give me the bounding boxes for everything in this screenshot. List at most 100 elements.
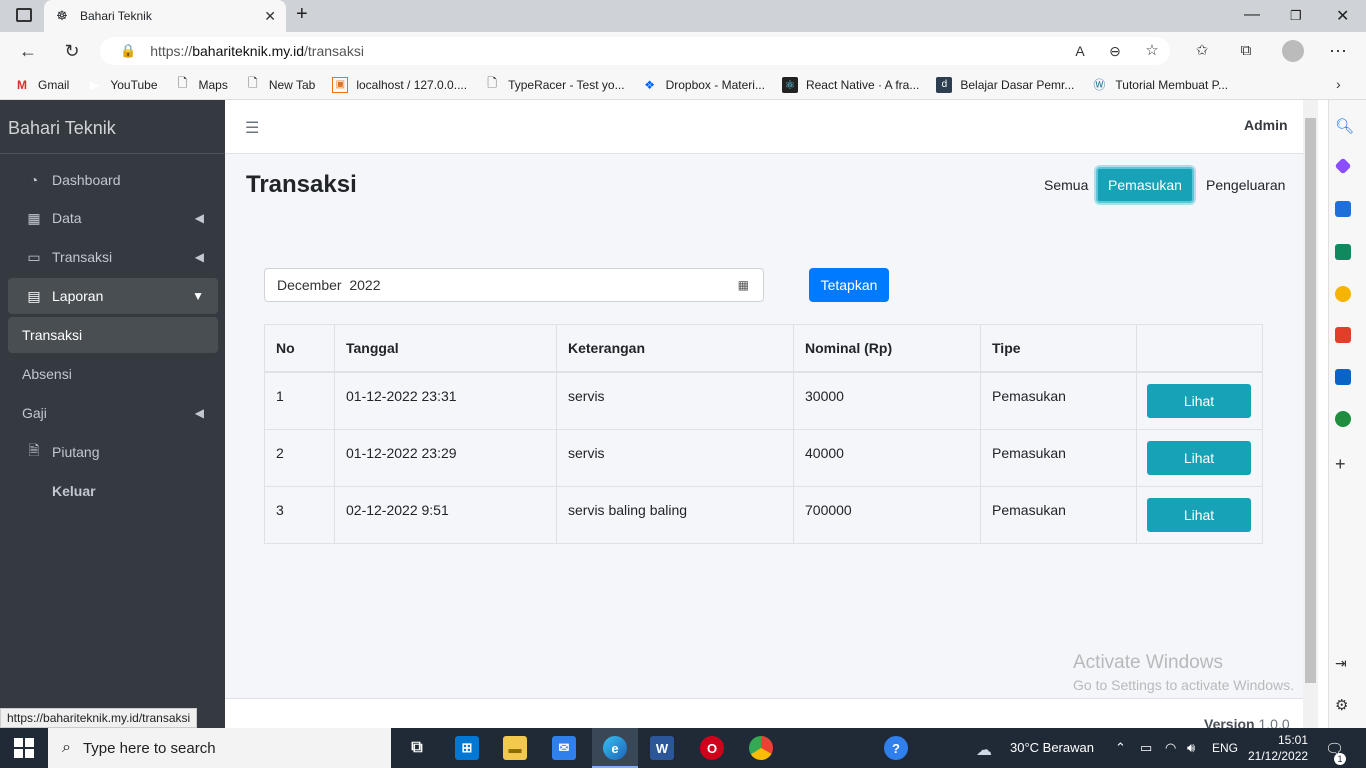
url-host: bahariteknik.my.id [192, 43, 305, 59]
brand-divider [0, 153, 225, 154]
browser-tab[interactable]: ☸ Bahari Teknik ✕ [44, 0, 286, 32]
new-tab-icon[interactable]: + [296, 3, 308, 26]
sidebar-item-data[interactable]: ▦ Data ◀ [8, 200, 218, 236]
back-icon[interactable]: ← [16, 40, 40, 62]
more-icon[interactable]: ⋯ [1326, 40, 1350, 62]
chrome-icon[interactable] [749, 736, 773, 760]
chevron-left-icon: ◀ [194, 406, 204, 420]
weather-text[interactable]: 30°C Berawan [1010, 740, 1094, 755]
add-sidebar-app-icon[interactable]: + [1335, 454, 1346, 475]
volume-icon[interactable]: 🔊︎ [1187, 740, 1195, 756]
language-indicator[interactable]: ENG [1212, 741, 1238, 755]
help-icon[interactable]: ? [884, 736, 908, 760]
bookmark-react-native[interactable]: ⚛ React Native · A fra... [781, 76, 919, 93]
word-icon[interactable]: W [650, 736, 674, 760]
bookmark-youtube[interactable]: ▶ YouTube [86, 77, 158, 93]
bookmark-maps[interactable]: 🗋 Maps [175, 76, 228, 93]
address-bar[interactable]: 🔒 https://bahariteknik.my.id/transaksi [100, 37, 1170, 65]
url-path: /transaksi [304, 43, 364, 59]
bookmark-gmail[interactable]: M Gmail [14, 77, 69, 93]
brand-title[interactable]: Bahari Teknik [8, 118, 116, 139]
cell-no: 2 [264, 428, 335, 487]
menu-toggle-icon[interactable]: ☰ [245, 118, 259, 138]
bookmark-typeracer[interactable]: 🗋 TypeRacer - Test yo... [484, 76, 624, 93]
lihat-button[interactable]: Lihat [1147, 440, 1251, 475]
sidebar-item-absensi[interactable]: Absensi [8, 356, 218, 392]
cell-tanggal: 02-12-2022 9:51 [334, 485, 557, 544]
opera-icon[interactable]: O [700, 736, 724, 760]
settings-gear-icon[interactable]: ⚙ [1335, 696, 1348, 714]
zoom-icon[interactable]: ⊖ [1103, 40, 1127, 62]
taskbar-search[interactable]: ⌕ Type here to search [48, 728, 391, 768]
sidebar-item-laporan-transaksi[interactable]: Transaksi [8, 317, 218, 353]
column-header: Tanggal [334, 324, 557, 373]
favorites-icon[interactable]: ✩ [1190, 40, 1214, 62]
windows-start-icon[interactable] [14, 738, 34, 758]
tools-icon[interactable] [1335, 244, 1351, 260]
taskbar-search-placeholder: Type here to search [82, 739, 216, 757]
bookmark-dropbox[interactable]: ❖ Dropbox - Materi... [642, 77, 765, 93]
sidebar-item-piutang[interactable]: 🗎 Piutang [8, 434, 218, 470]
bookmarks-overflow-icon[interactable]: › [1336, 76, 1341, 92]
refresh-icon[interactable]: ↻ [60, 40, 84, 62]
taskbar-clock[interactable]: 15:01 21/12/2022 [1248, 732, 1308, 764]
cell-tipe: Pemasukan [980, 428, 1137, 487]
outlook-icon[interactable] [1335, 369, 1351, 385]
collections-icon[interactable]: ⧉ [1234, 40, 1258, 62]
drop-icon[interactable] [1335, 411, 1351, 427]
user-menu[interactable]: Admin [1244, 117, 1288, 133]
filter-semua-button[interactable]: Semua [1032, 167, 1100, 203]
sidebar-item-keluar[interactable]: Keluar [8, 473, 218, 509]
shopping-icon[interactable] [1335, 201, 1351, 217]
scrollbar-thumb[interactable] [1305, 118, 1316, 683]
calendar-icon[interactable]: ▦ [738, 278, 749, 292]
hide-sidebar-icon[interactable]: ⇥ [1335, 655, 1347, 672]
cell-keterangan: servis baling baling [556, 485, 794, 544]
tachometer-icon: ◔ [29, 172, 39, 188]
edge-browser-icon[interactable]: e [603, 736, 627, 760]
profile-avatar[interactable] [1282, 40, 1304, 62]
minimize-icon[interactable]: — [1244, 6, 1260, 24]
tab-actions-icon[interactable] [16, 8, 32, 22]
column-header: Tipe [980, 324, 1137, 373]
filter-pengeluaran-button[interactable]: Pengeluaran [1194, 167, 1297, 203]
column-header: Nominal (Rp) [793, 324, 981, 373]
page-title: Transaksi [246, 171, 357, 198]
task-view-icon[interactable]: ⧉ [405, 736, 429, 760]
wifi-icon[interactable]: ◠ [1165, 740, 1176, 756]
month-input[interactable]: December 2022 ▦ [264, 268, 764, 302]
file-explorer-icon[interactable]: ▬ [503, 736, 527, 760]
read-aloud-icon[interactable]: A [1068, 40, 1092, 62]
tetapkan-button[interactable]: Tetapkan [809, 268, 889, 302]
table-row: 2 01-12-2022 23:29 servis 40000 Pemasuka… [264, 428, 1263, 487]
bookmark-localhost[interactable]: ▣ localhost / 127.0.0.... [332, 76, 467, 93]
battery-icon[interactable]: ▭ [1140, 740, 1152, 756]
close-tab-icon[interactable]: ✕ [264, 8, 276, 25]
window-close-icon[interactable]: ✕ [1336, 6, 1349, 26]
bookmark-belajar[interactable]: d Belajar Dasar Pemr... [936, 76, 1074, 93]
games-icon[interactable] [1335, 286, 1351, 302]
lihat-button[interactable]: Lihat [1147, 384, 1251, 418]
sidebar-item-gaji[interactable]: Gaji ◀ [8, 395, 218, 431]
store-icon[interactable]: ⊞ [455, 736, 479, 760]
restore-icon[interactable]: ❐ [1290, 8, 1302, 24]
search-icon[interactable]: 🔍︎ [1335, 117, 1354, 135]
cell-nominal: 30000 [793, 371, 981, 430]
wordpress-icon: Ⓦ [1093, 78, 1106, 92]
sidebar-item-transaksi[interactable]: ▭ Transaksi ◀ [8, 239, 218, 275]
cell-action: Lihat [1136, 371, 1263, 430]
filter-pemasukan-button[interactable]: Pemasukan [1096, 167, 1194, 203]
gmail-icon: M [17, 77, 27, 92]
cell-tanggal: 01-12-2022 23:31 [334, 371, 557, 430]
office-icon[interactable] [1335, 327, 1351, 343]
sidebar-item-dashboard[interactable]: ◔ Dashboard [8, 162, 218, 198]
sidebar-item-laporan[interactable]: ▤ Laporan ▼ [8, 278, 218, 314]
bookmark-tutorial[interactable]: Ⓦ Tutorial Membuat P... [1091, 77, 1228, 93]
cell-tipe: Pemasukan [980, 485, 1137, 544]
tray-expand-icon[interactable]: ⌃ [1115, 740, 1126, 756]
bookmark-new-tab[interactable]: 🗋 New Tab [245, 76, 315, 93]
mail-icon[interactable]: ✉ [552, 736, 576, 760]
add-favorite-icon[interactable]: ☆ [1140, 40, 1164, 62]
lihat-button[interactable]: Lihat [1147, 497, 1251, 532]
cell-keterangan: servis [556, 428, 794, 487]
